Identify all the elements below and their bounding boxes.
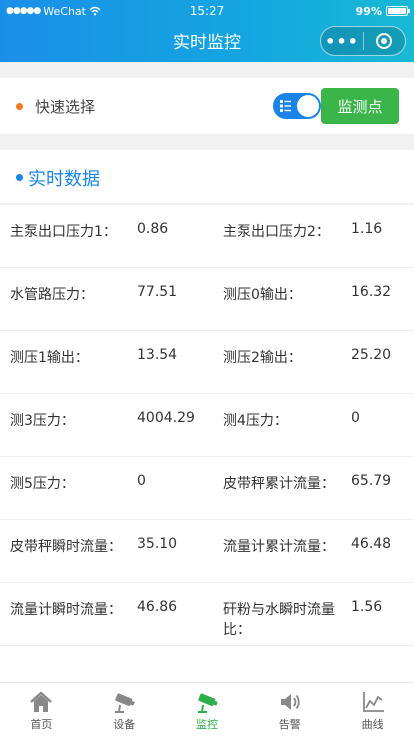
data-label: 测压1输出： [10, 350, 89, 366]
data-label: 主泵出口压力2： [223, 224, 330, 240]
tab-label: 告警 [278, 718, 301, 731]
data-value: 1.56 [351, 599, 383, 615]
tab-label: 首页 [30, 718, 53, 731]
carrier-name: WeChat [43, 4, 86, 18]
bullet-dot [16, 102, 23, 110]
realtime-section-header: 实时数据 [0, 150, 414, 204]
camera-icon [115, 693, 135, 713]
tab-alarm[interactable]: 告警 [248, 683, 331, 738]
data-value: 35.10 [137, 536, 178, 552]
data-value: 46.48 [351, 536, 392, 552]
data-value: 46.86 [137, 599, 178, 615]
data-value: 77.51 [137, 284, 178, 300]
tab-label: 监控 [195, 718, 218, 731]
home-icon [30, 691, 53, 712]
section-title: 实时数据 [28, 169, 100, 190]
data-cell [0, 646, 207, 682]
data-value: 25.20 [351, 347, 392, 363]
data-label: 水管路压力： [10, 287, 94, 303]
data-cell: 皮带秤累计流量： 65.79 [207, 457, 414, 520]
tab-home[interactable]: 首页 [0, 683, 83, 738]
list-icon [280, 100, 291, 112]
tab-curve[interactable]: 曲线 [331, 683, 414, 738]
wifi-icon [89, 6, 101, 16]
battery-percent: 99% [355, 4, 382, 18]
data-label: 测5压力： [10, 476, 75, 492]
data-cell: 皮带秤瞬时流量： 35.10 [0, 520, 207, 583]
data-row: 流量计瞬时流量： 46.86 矸粉与水瞬时流量比： 1.56 [0, 583, 414, 646]
data-value: 1.16 [351, 221, 383, 237]
status-bar: ●●●●● WeChat 99% [0, 0, 414, 22]
data-cell: 流量计累计流量： 46.48 [207, 520, 414, 583]
data-cell [207, 646, 414, 682]
data-cell: 主泵出口压力2： 1.16 [207, 205, 414, 268]
data-cell: 测3压力： 4004.29 [0, 394, 207, 457]
data-label: 皮带秤瞬时流量： [10, 539, 122, 555]
data-row: 测3压力： 4004.29 测4压力： 0 [0, 394, 414, 457]
data-label: 测压0输出： [223, 287, 302, 303]
data-value: 0 [137, 473, 146, 489]
data-cell: 矸粉与水瞬时流量比： 1.56 [207, 583, 414, 646]
quick-select-label: 快速选择 [35, 97, 96, 116]
data-value: 16.32 [351, 284, 392, 300]
data-label: 测4压力： [223, 413, 288, 429]
data-label: 流量计累计流量： [223, 539, 335, 555]
data-label: 矸粉与水瞬时流量比： [223, 602, 335, 638]
target-circle-icon [376, 33, 393, 49]
toggle-knob [297, 95, 319, 117]
close-capsule-button[interactable] [364, 33, 405, 49]
data-value: 4004.29 [137, 410, 195, 426]
menu-capsule: ••• [320, 26, 406, 56]
tab-device[interactable]: 设备 [83, 683, 166, 738]
data-cell: 测4压力： 0 [207, 394, 414, 457]
more-dots-icon[interactable]: ••• [321, 32, 363, 51]
data-row: 水管路压力： 77.51 测压0输出： 16.32 [0, 268, 414, 331]
data-cell: 测压1输出： 13.54 [0, 331, 207, 394]
speaker-icon [280, 694, 300, 710]
data-value: 13.54 [137, 347, 178, 363]
data-label: 皮带秤累计流量： [223, 476, 335, 492]
data-cell: 测5压力： 0 [0, 457, 207, 520]
data-label: 主泵出口压力1： [10, 224, 117, 240]
data-cell: 测压2输出： 25.20 [207, 331, 414, 394]
chart-icon [362, 692, 384, 712]
bullet-dot [16, 174, 23, 181]
data-value: 65.79 [351, 473, 392, 489]
battery-icon [386, 6, 410, 16]
data-label: 测压2输出： [223, 350, 302, 366]
data-cell: 主泵出口压力1： 0.86 [0, 205, 207, 268]
signal-dots-icon: ●●●●● [6, 6, 41, 16]
data-label: 测3压力： [10, 413, 75, 429]
data-row [0, 646, 414, 682]
data-row: 主泵出口压力1： 0.86 主泵出口压力2： 1.16 [0, 205, 414, 268]
camera-icon [197, 693, 218, 713]
bottom-tab-bar: 首页 设备 监控 告警 曲线 [0, 682, 414, 738]
data-row: 皮带秤瞬时流量： 35.10 流量计累计流量： 46.48 [0, 520, 414, 583]
data-cell: 测压0输出： 16.32 [207, 268, 414, 331]
tab-monitor[interactable]: 监控 [166, 683, 249, 738]
data-value: 0 [351, 410, 360, 426]
data-row: 测5压力： 0 皮带秤累计流量： 65.79 [0, 457, 414, 520]
quick-select-toggle[interactable] [273, 93, 321, 119]
data-label: 流量计瞬时流量： [10, 602, 122, 618]
data-value: 0.86 [137, 221, 169, 237]
tab-label: 曲线 [361, 718, 384, 731]
data-cell: 水管路压力： 77.51 [0, 268, 207, 331]
data-row: 测压1输出： 13.54 测压2输出： 25.20 [0, 331, 414, 394]
data-cell: 流量计瞬时流量： 46.86 [0, 583, 207, 646]
nav-header: ●●●●● WeChat 99% 15:27 实时监控 ••• [0, 0, 414, 62]
realtime-data-grid: 主泵出口压力1： 0.86 主泵出口压力2： 1.16 水管路压力： 77.51 测压… [0, 205, 414, 682]
monitor-point-button[interactable]: 监测点 [321, 88, 399, 124]
tab-label: 设备 [113, 718, 136, 731]
